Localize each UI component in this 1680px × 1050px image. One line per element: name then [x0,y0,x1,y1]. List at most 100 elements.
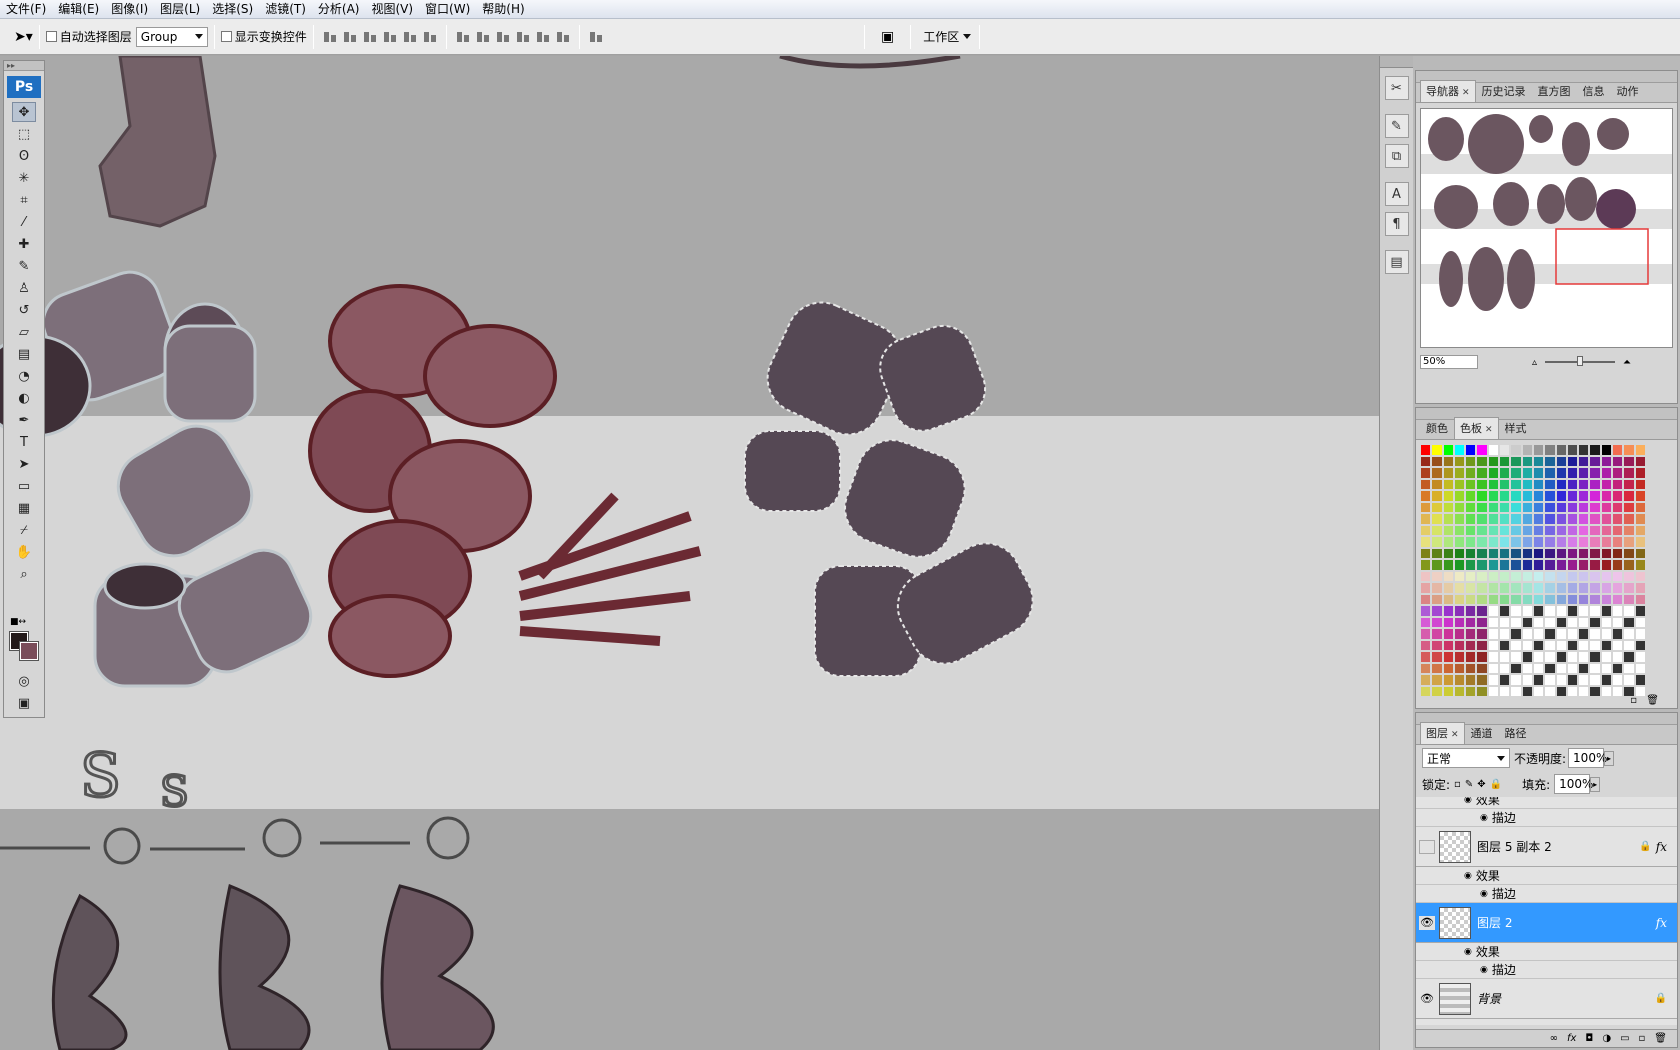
swatch[interactable] [1544,467,1556,479]
swatch[interactable] [1465,478,1477,490]
swatch[interactable] [1612,467,1624,479]
swatch[interactable] [1510,628,1522,640]
menu-analysis[interactable]: 分析(A) [312,0,366,19]
swatch[interactable] [1532,467,1545,479]
swatch[interactable] [1499,490,1511,502]
swatch[interactable] [1521,455,1533,467]
swatch[interactable] [1521,490,1533,502]
swatch[interactable] [1623,616,1635,628]
dock-grip[interactable] [1380,56,1414,68]
swatch[interactable] [1634,559,1646,571]
swatch[interactable] [1476,490,1488,502]
align-hcenter-icon[interactable] [402,29,418,45]
swatch[interactable] [1600,570,1613,582]
swatch[interactable] [1521,536,1533,548]
swatch[interactable] [1532,513,1545,525]
swatch[interactable] [1623,467,1635,479]
swatch[interactable] [1600,593,1613,605]
swatch[interactable] [1431,536,1443,548]
swatch[interactable] [1612,524,1624,536]
swatch[interactable] [1420,570,1432,582]
swatch[interactable] [1465,513,1477,525]
swatch[interactable] [1544,685,1556,697]
swatch[interactable] [1578,570,1590,582]
zoom-in-icon[interactable]: ⏶ [1623,357,1631,368]
swatch[interactable] [1510,616,1522,628]
swatch[interactable] [1555,674,1567,686]
swatch[interactable] [1623,524,1635,536]
swatch[interactable] [1487,628,1500,640]
swatch[interactable] [1634,639,1646,651]
swatch[interactable] [1589,547,1601,559]
swatch[interactable] [1521,547,1533,559]
swatch[interactable] [1431,651,1443,663]
swatch[interactable] [1476,605,1488,617]
swatch[interactable] [1420,478,1432,490]
swatch[interactable] [1600,501,1613,513]
swatch[interactable] [1453,467,1466,479]
swatch[interactable] [1431,467,1443,479]
swatch[interactable] [1578,501,1590,513]
swatch[interactable] [1431,616,1443,628]
path-selection-tool-icon[interactable]: ➤ [12,454,36,474]
swatch[interactable] [1420,501,1432,513]
swatch[interactable] [1442,444,1454,456]
swatch[interactable] [1532,547,1545,559]
swatch[interactable] [1487,582,1500,594]
swatch[interactable] [1623,628,1635,640]
distribute-bottom-icon[interactable] [495,29,511,45]
swatch[interactable] [1476,524,1488,536]
swatch[interactable] [1487,501,1500,513]
swatch[interactable] [1600,605,1613,617]
swatch[interactable] [1442,547,1454,559]
swatch[interactable] [1623,582,1635,594]
swatch[interactable] [1499,478,1511,490]
swatch[interactable] [1589,639,1601,651]
swatch[interactable] [1521,628,1533,640]
new-layer-icon[interactable]: ▫ [1639,1033,1646,1044]
swatch[interactable] [1499,524,1511,536]
swatch[interactable] [1578,605,1590,617]
swatch[interactable] [1532,685,1545,697]
swatch[interactable] [1600,662,1613,674]
eyedropper-tool-icon[interactable]: ⌿ [12,520,36,540]
swatch[interactable] [1510,490,1522,502]
zoom-slider-thumb[interactable] [1577,356,1584,366]
swatch[interactable] [1521,582,1533,594]
swatch[interactable] [1600,582,1613,594]
swatch[interactable] [1521,662,1533,674]
eye-icon[interactable]: ◉ [1480,965,1488,975]
eye-icon[interactable]: 👁 [1419,915,1435,930]
swatch[interactable] [1634,593,1646,605]
document-canvas[interactable]: S S [0,56,1379,1050]
swatch[interactable] [1544,582,1556,594]
swatch[interactable] [1453,536,1466,548]
swatch[interactable] [1499,547,1511,559]
swatch[interactable] [1600,536,1613,548]
swatch[interactable] [1612,639,1624,651]
swatch[interactable] [1544,455,1556,467]
chevron-down-icon[interactable] [963,34,972,39]
swatch[interactable] [1544,559,1556,571]
swatch[interactable] [1420,605,1432,617]
menu-file[interactable]: 文件(F) [0,0,52,19]
swatch[interactable] [1476,467,1488,479]
marquee-tool-icon[interactable]: ⬚ [12,124,36,144]
swatch[interactable] [1555,605,1567,617]
swatch[interactable] [1476,513,1488,525]
swatch[interactable] [1521,513,1533,525]
swatch[interactable] [1623,605,1635,617]
swatch[interactable] [1544,674,1556,686]
distribute-hcenter-icon[interactable] [535,29,551,45]
healing-brush-tool-icon[interactable]: ✚ [12,234,36,254]
swatch[interactable] [1634,444,1646,456]
swatch[interactable] [1566,651,1579,663]
type-tool-icon[interactable]: T [12,432,36,452]
swatch[interactable] [1544,444,1556,456]
lock-transparent-icon[interactable]: ▫ [1454,779,1461,790]
swatch[interactable] [1487,593,1500,605]
swatch[interactable] [1431,662,1443,674]
swatch[interactable] [1442,674,1454,686]
zoom-out-icon[interactable]: ▵ [1532,357,1537,368]
swatch[interactable] [1612,547,1624,559]
